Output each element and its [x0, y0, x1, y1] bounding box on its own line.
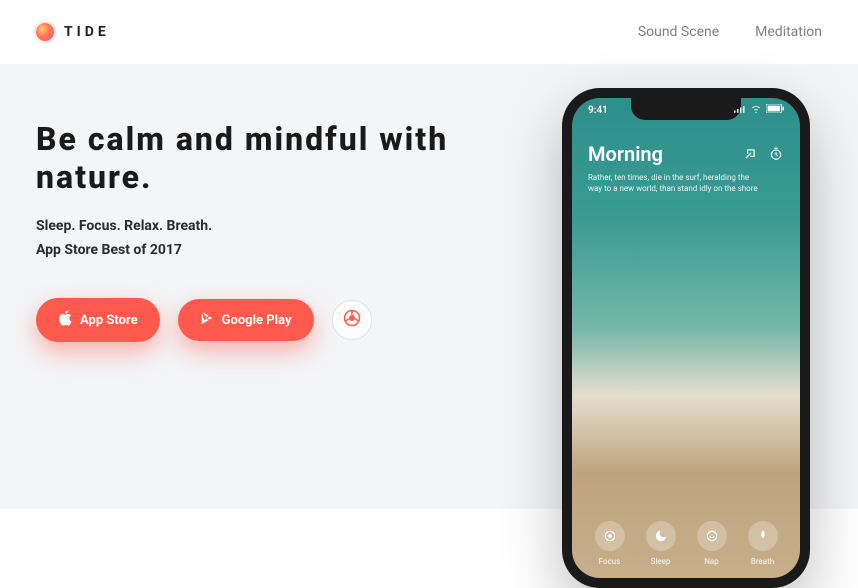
appstore-button[interactable]: App Store [36, 298, 160, 342]
screen-content: Morning Rather, ten times, die in the su… [588, 142, 784, 194]
nav-meditation[interactable]: Meditation [755, 24, 822, 40]
status-icons [734, 104, 784, 116]
brand-name: TIDE [64, 24, 110, 40]
signal-icon [734, 105, 746, 116]
status-bar: 9:41 [572, 104, 800, 116]
status-time: 9:41 [588, 105, 608, 116]
wifi-icon [750, 105, 762, 116]
googleplay-icon [200, 311, 214, 329]
battery-icon [766, 104, 784, 116]
logo-icon [36, 23, 54, 41]
phone-screen: 9:41 Morning [572, 98, 800, 578]
hero-headline: Be calm and mindful with nature. [36, 120, 456, 197]
tab-nap-label: Nap [704, 557, 719, 566]
tab-breath-label: Breath [751, 557, 774, 566]
apple-icon [58, 310, 72, 330]
timer-icon[interactable] [768, 146, 784, 162]
tab-focus[interactable]: Focus [595, 521, 625, 566]
hero-section: Be calm and mindful with nature. Sleep. … [0, 64, 858, 509]
chrome-icon [343, 309, 361, 331]
tab-nap[interactable]: Nap [697, 521, 727, 566]
tab-breath[interactable]: Breath [748, 521, 778, 566]
focus-icon [595, 521, 625, 551]
brand-logo[interactable]: TIDE [36, 23, 110, 41]
appstore-label: App Store [80, 313, 138, 328]
screen-title-row: Morning [588, 142, 784, 166]
googleplay-label: Google Play [222, 313, 292, 328]
tab-sleep-label: Sleep [651, 557, 671, 566]
screen-title: Morning [588, 142, 663, 166]
breath-icon [748, 521, 778, 551]
screen-subtitle: Rather, ten times, die in the surf, hera… [588, 172, 758, 194]
chrome-button[interactable] [332, 300, 372, 340]
phone-mockup: 9:41 Morning [562, 88, 810, 588]
sleep-icon [646, 521, 676, 551]
share-icon[interactable] [742, 146, 758, 162]
googleplay-button[interactable]: Google Play [178, 299, 314, 341]
tab-sleep[interactable]: Sleep [646, 521, 676, 566]
nap-icon [697, 521, 727, 551]
site-header: TIDE Sound Scene Meditation [0, 0, 858, 64]
phone-tabs: Focus Sleep Nap [572, 521, 800, 566]
main-nav: Sound Scene Meditation [638, 24, 822, 40]
screen-action-icons [742, 146, 784, 162]
tab-focus-label: Focus [599, 557, 621, 566]
nav-sound-scene[interactable]: Sound Scene [638, 24, 719, 40]
